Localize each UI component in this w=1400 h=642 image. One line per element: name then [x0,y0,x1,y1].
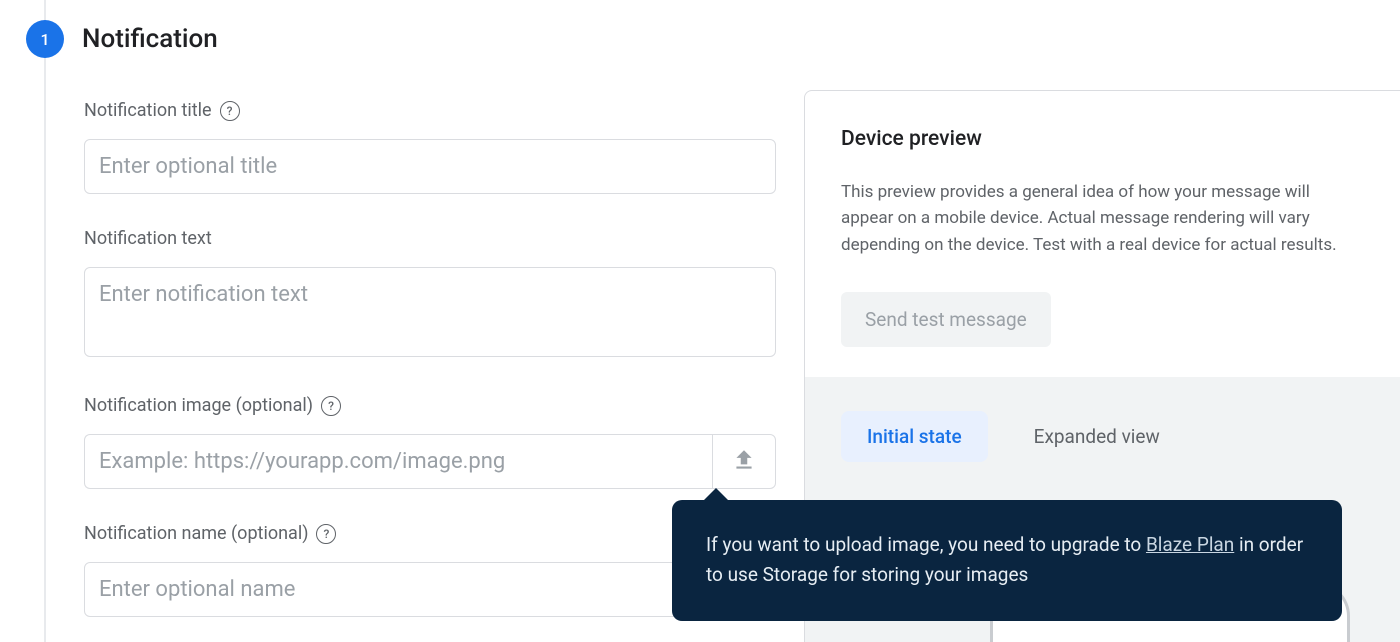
step-number-badge: 1 [26,20,64,58]
notification-title-label: Notification title [84,100,212,121]
notification-title-input[interactable] [84,139,776,194]
send-test-message-button[interactable]: Send test message [841,292,1051,347]
step-number: 1 [40,30,49,49]
help-icon[interactable]: ? [316,524,336,544]
tooltip-text-prefix: If you want to upload image, you need to… [706,533,1146,556]
device-preview-description: This preview provides a general idea of … [841,179,1364,258]
notification-text-label: Notification text [84,228,212,249]
notification-text-input[interactable] [84,267,776,357]
notification-image-input[interactable] [84,434,712,489]
help-icon[interactable]: ? [321,396,341,416]
notification-name-label: Notification name (optional) [84,523,308,544]
upload-icon [731,447,757,476]
device-preview-title: Device preview [841,127,1364,151]
help-icon[interactable]: ? [220,101,240,121]
notification-image-label: Notification image (optional) [84,395,313,416]
preview-tabs: Initial state Expanded view [841,411,1364,462]
step-title: Notification [82,24,218,54]
step-header: 1 Notification [26,20,218,58]
tab-expanded-view[interactable]: Expanded view [1008,411,1186,462]
tab-initial-state[interactable]: Initial state [841,411,988,462]
upload-upgrade-tooltip: If you want to upload image, you need to… [672,500,1342,621]
upload-image-button[interactable] [712,434,776,489]
blaze-plan-link[interactable]: Blaze Plan [1146,533,1234,556]
